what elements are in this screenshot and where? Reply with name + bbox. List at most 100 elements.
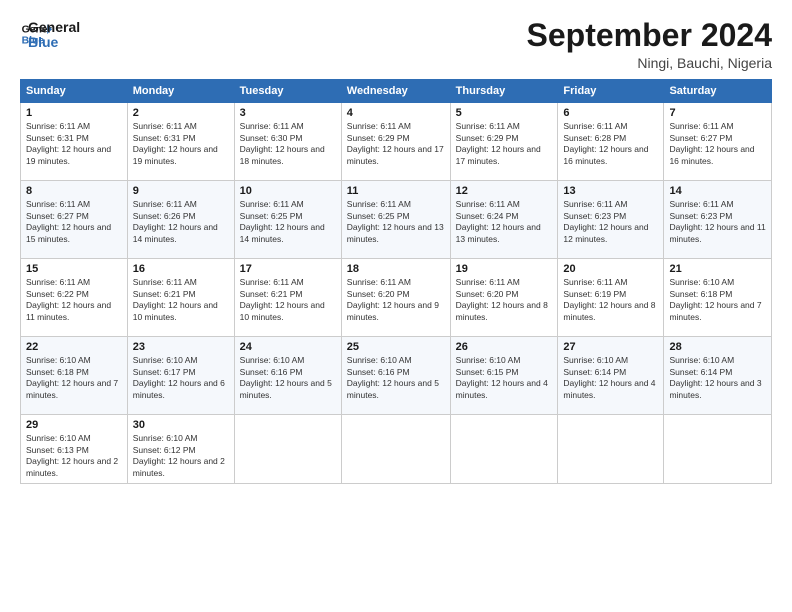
col-sunday: Sunday: [21, 80, 128, 103]
day-number: 9: [133, 185, 229, 197]
day-number: 11: [347, 185, 445, 197]
month-title: September 2024: [527, 18, 772, 53]
calendar-cell: [664, 415, 772, 484]
day-number: 20: [563, 263, 658, 275]
day-info: Sunrise: 6:11 AM Sunset: 6:19 PM Dayligh…: [563, 277, 658, 323]
day-info: Sunrise: 6:10 AM Sunset: 6:12 PM Dayligh…: [133, 433, 229, 479]
day-info: Sunrise: 6:10 AM Sunset: 6:16 PM Dayligh…: [240, 355, 336, 401]
location: Ningi, Bauchi, Nigeria: [527, 55, 772, 71]
day-number: 8: [26, 185, 122, 197]
calendar-week-row: 8 Sunrise: 6:11 AM Sunset: 6:27 PM Daylig…: [21, 181, 772, 259]
col-friday: Friday: [558, 80, 664, 103]
day-number: 16: [133, 263, 229, 275]
calendar-cell: 13 Sunrise: 6:11 AM Sunset: 6:23 PM Dayli…: [558, 181, 664, 259]
day-number: 25: [347, 341, 445, 353]
calendar-cell: 18Sunrise: 6:11 AM Sunset: 6:20 PM Dayli…: [341, 259, 450, 337]
calendar-cell: 30 Sunrise: 6:10 AM Sunset: 6:12 PM Dayli…: [127, 415, 234, 484]
day-info: Sunrise: 6:11 AM Sunset: 6:29 PM Dayligh…: [347, 121, 445, 167]
day-info: Sunrise: 6:11 AM Sunset: 6:30 PM Dayligh…: [240, 121, 336, 167]
day-number: 13: [563, 185, 658, 197]
day-number: 1: [26, 107, 122, 119]
day-info: Sunrise: 6:10 AM Sunset: 6:15 PM Dayligh…: [456, 355, 553, 401]
day-info: Sunrise: 6:11 AM Sunset: 6:23 PM Dayligh…: [563, 199, 658, 245]
day-info: Sunrise: 6:11 AM Sunset: 6:24 PM Dayligh…: [456, 199, 553, 245]
day-info: Sunrise: 6:11 AM Sunset: 6:21 PM Dayligh…: [133, 277, 229, 323]
calendar-cell: 19 Sunrise: 6:11 AM Sunset: 6:20 PM Dayli…: [450, 259, 558, 337]
calendar-week-row: 22 Sunrise: 6:10 AM Sunset: 6:18 PM Dayli…: [21, 337, 772, 415]
calendar-cell: 16 Sunrise: 6:11 AM Sunset: 6:21 PM Dayli…: [127, 259, 234, 337]
calendar-cell: 17Sunrise: 6:11 AM Sunset: 6:21 PM Dayli…: [234, 259, 341, 337]
calendar-cell: 25 Sunrise: 6:10 AM Sunset: 6:16 PM Dayli…: [341, 337, 450, 415]
calendar-cell: 26Sunrise: 6:10 AM Sunset: 6:15 PM Dayli…: [450, 337, 558, 415]
calendar-cell: 28 Sunrise: 6:10 AM Sunset: 6:14 PM Dayli…: [664, 337, 772, 415]
day-number: 27: [563, 341, 658, 353]
calendar-cell: 14 Sunrise: 6:11 AM Sunset: 6:23 PM Dayli…: [664, 181, 772, 259]
day-number: 18: [347, 263, 445, 275]
calendar-cell: 3 Sunrise: 6:11 AM Sunset: 6:30 PM Daylig…: [234, 103, 341, 181]
calendar-page: General Blue General Blue September 2024…: [0, 0, 792, 612]
day-number: 6: [563, 107, 658, 119]
day-info: Sunrise: 6:11 AM Sunset: 6:26 PM Dayligh…: [133, 199, 229, 245]
calendar-cell: 5Sunrise: 6:11 AM Sunset: 6:29 PM Daylig…: [450, 103, 558, 181]
col-saturday: Saturday: [664, 80, 772, 103]
day-info: Sunrise: 6:10 AM Sunset: 6:17 PM Dayligh…: [133, 355, 229, 401]
day-number: 2: [133, 107, 229, 119]
day-number: 3: [240, 107, 336, 119]
day-number: 24: [240, 341, 336, 353]
calendar-cell: 8 Sunrise: 6:11 AM Sunset: 6:27 PM Daylig…: [21, 181, 128, 259]
day-number: 22: [26, 341, 122, 353]
day-info: Sunrise: 6:11 AM Sunset: 6:20 PM Dayligh…: [456, 277, 553, 323]
calendar-cell: 2 Sunrise: 6:11 AM Sunset: 6:31 PM Daylig…: [127, 103, 234, 181]
day-number: 12: [456, 185, 553, 197]
day-info: Sunrise: 6:10 AM Sunset: 6:13 PM Dayligh…: [26, 433, 122, 479]
calendar-cell: 10 Sunrise: 6:11 AM Sunset: 6:25 PM Dayli…: [234, 181, 341, 259]
calendar-cell: [234, 415, 341, 484]
day-info: Sunrise: 6:11 AM Sunset: 6:22 PM Dayligh…: [26, 277, 122, 323]
day-number: 19: [456, 263, 553, 275]
day-info: Sunrise: 6:11 AM Sunset: 6:28 PM Dayligh…: [563, 121, 658, 167]
calendar-week-row: 29Sunrise: 6:10 AM Sunset: 6:13 PM Dayli…: [21, 415, 772, 484]
logo-blue: Blue: [28, 35, 80, 50]
day-info: Sunrise: 6:10 AM Sunset: 6:18 PM Dayligh…: [26, 355, 122, 401]
calendar-cell: 1 Sunrise: 6:11 AM Sunset: 6:31 PM Daylig…: [21, 103, 128, 181]
calendar-cell: 11Sunrise: 6:11 AM Sunset: 6:25 PM Dayli…: [341, 181, 450, 259]
calendar-cell: 22 Sunrise: 6:10 AM Sunset: 6:18 PM Dayli…: [21, 337, 128, 415]
col-wednesday: Wednesday: [341, 80, 450, 103]
col-tuesday: Tuesday: [234, 80, 341, 103]
day-info: Sunrise: 6:11 AM Sunset: 6:25 PM Dayligh…: [240, 199, 336, 245]
day-info: Sunrise: 6:11 AM Sunset: 6:21 PM Dayligh…: [240, 277, 336, 323]
day-info: Sunrise: 6:10 AM Sunset: 6:14 PM Dayligh…: [669, 355, 766, 401]
day-number: 15: [26, 263, 122, 275]
day-info: Sunrise: 6:11 AM Sunset: 6:31 PM Dayligh…: [26, 121, 122, 167]
day-info: Sunrise: 6:11 AM Sunset: 6:27 PM Dayligh…: [669, 121, 766, 167]
day-number: 30: [133, 419, 229, 431]
col-thursday: Thursday: [450, 80, 558, 103]
calendar-cell: [558, 415, 664, 484]
day-number: 5: [456, 107, 553, 119]
calendar-cell: 12 Sunrise: 6:11 AM Sunset: 6:24 PM Dayli…: [450, 181, 558, 259]
day-number: 7: [669, 107, 766, 119]
day-number: 28: [669, 341, 766, 353]
day-number: 23: [133, 341, 229, 353]
day-info: Sunrise: 6:10 AM Sunset: 6:18 PM Dayligh…: [669, 277, 766, 323]
day-info: Sunrise: 6:10 AM Sunset: 6:16 PM Dayligh…: [347, 355, 445, 401]
header: General Blue General Blue September 2024…: [20, 18, 772, 71]
calendar-cell: 27 Sunrise: 6:10 AM Sunset: 6:14 PM Dayli…: [558, 337, 664, 415]
calendar-cell: 20 Sunrise: 6:11 AM Sunset: 6:19 PM Dayli…: [558, 259, 664, 337]
calendar-cell: 24 Sunrise: 6:10 AM Sunset: 6:16 PM Dayli…: [234, 337, 341, 415]
logo-general: General: [28, 20, 80, 35]
calendar-cell: 15 Sunrise: 6:11 AM Sunset: 6:22 PM Dayli…: [21, 259, 128, 337]
day-info: Sunrise: 6:10 AM Sunset: 6:14 PM Dayligh…: [563, 355, 658, 401]
calendar-week-row: 15 Sunrise: 6:11 AM Sunset: 6:22 PM Dayli…: [21, 259, 772, 337]
calendar-cell: 4Sunrise: 6:11 AM Sunset: 6:29 PM Daylig…: [341, 103, 450, 181]
calendar-cell: 9 Sunrise: 6:11 AM Sunset: 6:26 PM Daylig…: [127, 181, 234, 259]
day-info: Sunrise: 6:11 AM Sunset: 6:23 PM Dayligh…: [669, 199, 766, 245]
calendar-cell: [450, 415, 558, 484]
calendar-cell: 21Sunrise: 6:10 AM Sunset: 6:18 PM Dayli…: [664, 259, 772, 337]
day-info: Sunrise: 6:11 AM Sunset: 6:27 PM Dayligh…: [26, 199, 122, 245]
day-info: Sunrise: 6:11 AM Sunset: 6:31 PM Dayligh…: [133, 121, 229, 167]
day-number: 10: [240, 185, 336, 197]
calendar-cell: 29Sunrise: 6:10 AM Sunset: 6:13 PM Dayli…: [21, 415, 128, 484]
day-number: 14: [669, 185, 766, 197]
logo: General Blue General Blue: [20, 18, 80, 51]
